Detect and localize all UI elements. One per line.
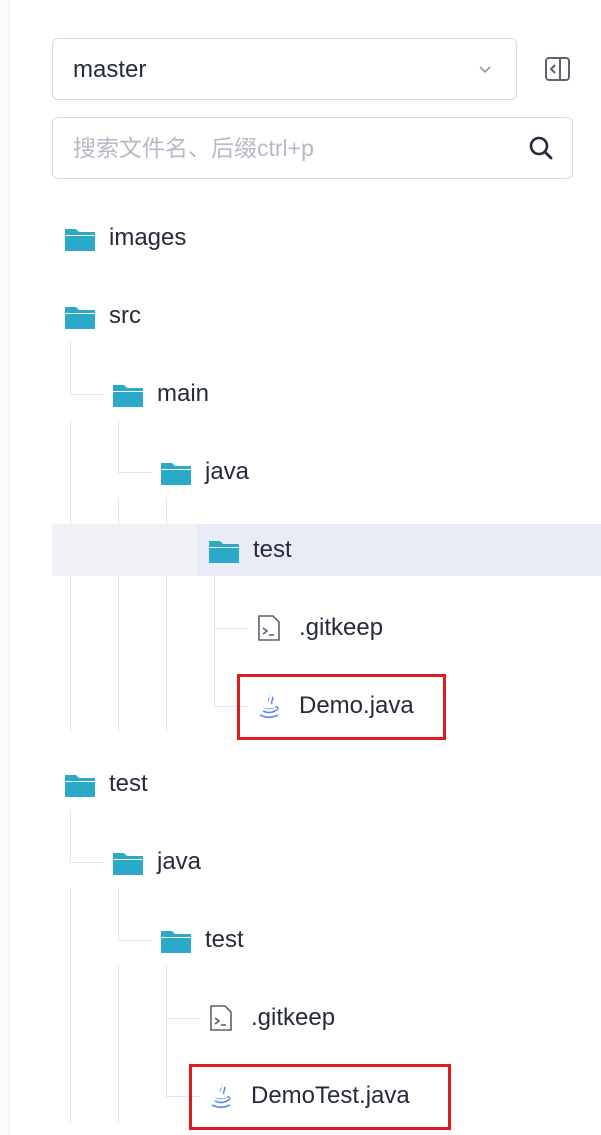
annotation-highlight-box [189,1064,451,1130]
folder-icon [65,773,95,802]
folder-icon [113,383,143,412]
tree-file-row[interactable]: .gitkeep [52,992,601,1044]
tree-item-label: test [109,770,148,797]
tree-folder-row[interactable]: java [52,446,601,498]
tree-folder-row[interactable]: test [52,524,601,576]
tree-folder-row[interactable]: images [52,212,601,264]
terminal-file-icon [209,1005,233,1036]
tree-folder-row[interactable]: test [52,758,601,810]
tree-item-label: test [253,536,292,563]
folder-icon [113,851,143,880]
tree-folder-row[interactable]: src [52,290,601,342]
folder-icon [161,461,191,490]
tree-item-label: .gitkeep [299,614,384,641]
folder-icon [161,929,191,958]
tree-item-label: src [109,302,141,329]
tree-item-label: main [157,380,210,407]
file-tree: images src main java test .gitkeep Demo.java te… [0,0,601,1135]
tree-item-label: images [109,224,187,251]
tree-file-row[interactable]: .gitkeep [52,602,601,654]
folder-icon [209,539,239,568]
tree-item-label: .gitkeep [251,1004,336,1031]
tree-folder-row[interactable]: java [52,836,601,888]
annotation-highlight-box [237,674,446,740]
tree-item-label: test [205,926,244,953]
tree-item-label: java [205,458,250,485]
tree-folder-row[interactable]: test [52,914,601,966]
tree-item-label: java [157,848,202,875]
terminal-file-icon [257,615,281,646]
folder-icon [65,305,95,334]
folder-icon [65,227,95,256]
tree-folder-row[interactable]: main [52,368,601,420]
